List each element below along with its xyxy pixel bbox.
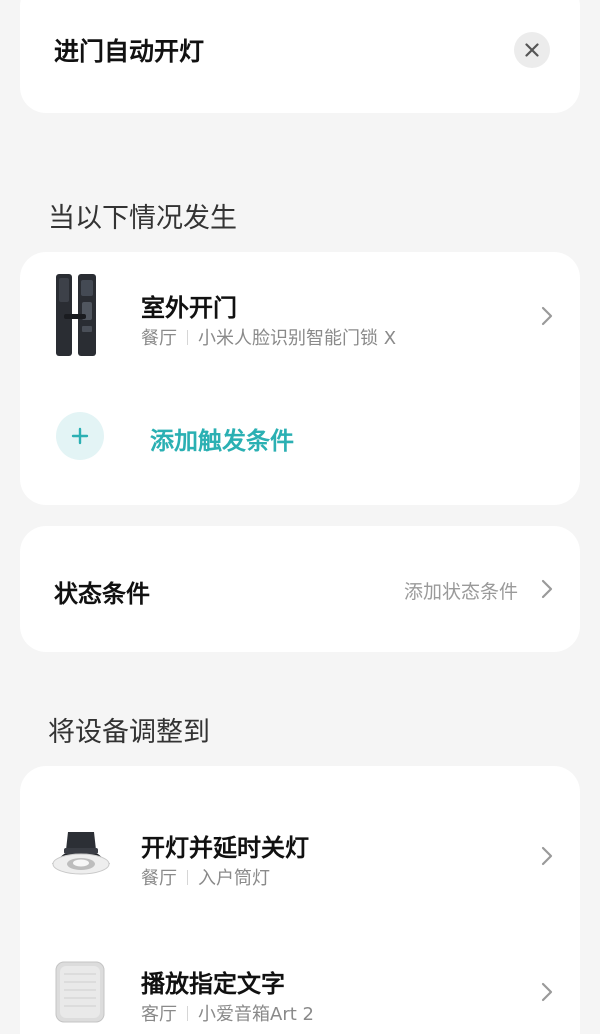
add-trigger-label[interactable]: 添加触发条件 (150, 421, 294, 456)
action-title: 开灯并延时关灯 (141, 834, 309, 862)
close-icon (525, 43, 539, 57)
chevron-right-icon (541, 306, 553, 326)
trigger-section-heading: 当以下情况发生 (48, 203, 237, 234)
state-condition-card[interactable]: 状态条件 添加状态条件 (20, 526, 580, 652)
action-section-heading: 将设备调整到 (48, 717, 210, 748)
action-title: 播放指定文字 (141, 970, 285, 998)
action-card: 开灯并延时关灯 餐厅 入户筒灯 播放指定文字 客厅 小爱音箱Art 2 (20, 766, 580, 1034)
trigger-room: 餐厅 (141, 328, 177, 349)
add-trigger-button[interactable] (56, 412, 104, 460)
trigger-row[interactable]: 室外开门 餐厅 小米人脸识别智能门锁 X (20, 252, 580, 392)
speaker-icon (55, 961, 105, 1023)
action-device: 入户筒灯 (198, 868, 270, 889)
trigger-card: 室外开门 餐厅 小米人脸识别智能门锁 X 添加触发条件 (20, 252, 580, 505)
header-card: 进门自动开灯 (20, 0, 580, 113)
add-state-condition-label[interactable]: 添加状态条件 (404, 577, 518, 604)
trigger-title: 室外开门 (141, 294, 237, 322)
chevron-right-icon (541, 846, 553, 866)
action-subtitle: 客厅 小爱音箱Art 2 (141, 1000, 314, 1026)
chevron-right-icon (541, 579, 553, 599)
door-lock-icon (56, 274, 96, 356)
trigger-device: 小米人脸识别智能门锁 X (198, 328, 397, 349)
action-row[interactable]: 开灯并延时关灯 餐厅 入户筒灯 (20, 806, 580, 906)
state-condition-title: 状态条件 (54, 580, 150, 608)
close-button[interactable] (514, 32, 550, 68)
action-room: 客厅 (141, 1004, 177, 1025)
separator (187, 329, 188, 345)
action-device: 小爱音箱Art 2 (198, 1004, 314, 1025)
page-title: 进门自动开灯 (54, 37, 205, 66)
action-room: 餐厅 (141, 868, 177, 889)
trigger-subtitle: 餐厅 小米人脸识别智能门锁 X (141, 324, 396, 350)
plus-icon (71, 427, 89, 445)
action-row[interactable]: 播放指定文字 客厅 小爱音箱Art 2 (20, 942, 580, 1034)
action-subtitle: 餐厅 入户筒灯 (141, 864, 270, 890)
chevron-right-icon (541, 982, 553, 1002)
downlight-icon (52, 832, 110, 875)
separator (187, 1005, 188, 1021)
separator (187, 869, 188, 885)
